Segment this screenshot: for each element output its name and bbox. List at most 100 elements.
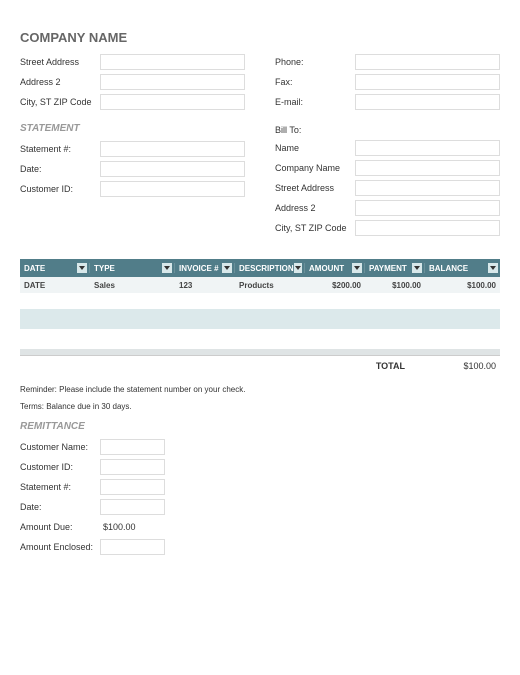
- line-items-table: DATE TYPE INVOICE # DESCRIPTION AMOUNT P…: [20, 259, 500, 375]
- th-invoice-label: INVOICE #: [179, 264, 219, 273]
- field-email: E-mail:: [275, 93, 500, 111]
- input-address2[interactable]: [100, 74, 245, 90]
- remit-customer-name: Customer Name:: [20, 438, 500, 456]
- th-payment-label: PAYMENT: [369, 264, 407, 273]
- label-bt-company: Company Name: [275, 163, 355, 173]
- input-stmt-num[interactable]: [100, 141, 245, 157]
- input-cust-id[interactable]: [100, 181, 245, 197]
- label-fax: Fax:: [275, 77, 355, 87]
- statement-col: STATEMENT Statement #: Date: Customer ID…: [20, 113, 245, 239]
- filter-invoice-button[interactable]: [222, 263, 232, 273]
- field-bt-company: Company Name: [275, 159, 500, 177]
- input-stmt-date[interactable]: [100, 161, 245, 177]
- filter-balance-button[interactable]: [488, 263, 498, 273]
- cell-payment: $100.00: [365, 281, 425, 290]
- filter-payment-button[interactable]: [412, 263, 422, 273]
- billto-title: Bill To:: [275, 125, 500, 135]
- label-bt-city: City, ST ZIP Code: [275, 223, 355, 233]
- remit-input-customer-name[interactable]: [100, 439, 165, 455]
- th-date-label: DATE: [24, 264, 45, 273]
- label-street: Street Address: [20, 57, 100, 67]
- filter-date-button[interactable]: [77, 263, 87, 273]
- input-email[interactable]: [355, 94, 500, 110]
- cell-invoice: 123: [175, 281, 235, 290]
- company-left-col: Street Address Address 2 City, ST ZIP Co…: [20, 53, 245, 113]
- label-cust-id: Customer ID:: [20, 184, 100, 194]
- total-value: $100.00: [435, 361, 500, 371]
- th-payment: PAYMENT: [365, 263, 425, 273]
- th-invoice: INVOICE #: [175, 263, 235, 273]
- label-phone: Phone:: [275, 57, 355, 67]
- company-title: COMPANY NAME: [20, 30, 500, 45]
- label-city: City, ST ZIP Code: [20, 97, 100, 107]
- remit-amount-due: Amount Due: $100.00: [20, 518, 500, 536]
- filter-desc-button[interactable]: [294, 263, 302, 273]
- remit-label-amount-enclosed: Amount Enclosed:: [20, 542, 100, 552]
- table-row-empty: [20, 309, 500, 329]
- field-phone: Phone:: [275, 53, 500, 71]
- table-row-empty: [20, 329, 500, 349]
- remit-input-statement-num[interactable]: [100, 479, 165, 495]
- input-bt-company[interactable]: [355, 160, 500, 176]
- filter-type-button[interactable]: [162, 263, 172, 273]
- label-address2: Address 2: [20, 77, 100, 87]
- statement-billto-row: STATEMENT Statement #: Date: Customer ID…: [20, 113, 500, 239]
- remit-input-amount-enclosed[interactable]: [100, 539, 165, 555]
- remit-amount-enclosed: Amount Enclosed:: [20, 538, 500, 556]
- label-bt-street: Street Address: [275, 183, 355, 193]
- cell-date: DATE: [20, 281, 90, 290]
- th-balance: BALANCE: [425, 263, 500, 273]
- field-bt-addr2: Address 2: [275, 199, 500, 217]
- field-city: City, ST ZIP Code: [20, 93, 245, 111]
- input-bt-addr2[interactable]: [355, 200, 500, 216]
- terms-text: Terms: Balance due in 30 days.: [20, 402, 500, 411]
- label-stmt-num: Statement #:: [20, 144, 100, 154]
- th-desc-label: DESCRIPTION: [239, 264, 294, 273]
- reminder-text: Reminder: Please include the statement n…: [20, 385, 500, 394]
- table-header: DATE TYPE INVOICE # DESCRIPTION AMOUNT P…: [20, 259, 500, 277]
- field-bt-city: City, ST ZIP Code: [275, 219, 500, 237]
- th-amount: AMOUNT: [305, 263, 365, 273]
- remit-label-statement-num: Statement #:: [20, 482, 100, 492]
- input-street[interactable]: [100, 54, 245, 70]
- label-stmt-date: Date:: [20, 164, 100, 174]
- label-bt-addr2: Address 2: [275, 203, 355, 213]
- statement-title: STATEMENT: [20, 123, 245, 134]
- remit-input-customer-id[interactable]: [100, 459, 165, 475]
- cell-desc: Products: [235, 281, 305, 290]
- field-bt-name: Name: [275, 139, 500, 157]
- field-stmt-num: Statement #:: [20, 140, 245, 158]
- field-stmt-date: Date:: [20, 160, 245, 178]
- table-row: DATE Sales 123 Products $200.00 $100.00 …: [20, 277, 500, 293]
- filter-amount-button[interactable]: [352, 263, 362, 273]
- field-bt-street: Street Address: [275, 179, 500, 197]
- remit-label-amount-due: Amount Due:: [20, 522, 100, 532]
- remit-customer-id: Customer ID:: [20, 458, 500, 476]
- remit-input-date[interactable]: [100, 499, 165, 515]
- remit-label-customer-id: Customer ID:: [20, 462, 100, 472]
- input-bt-street[interactable]: [355, 180, 500, 196]
- company-right-col: Phone: Fax: E-mail:: [275, 53, 500, 113]
- remit-label-date: Date:: [20, 502, 100, 512]
- table-row-empty: [20, 293, 500, 309]
- th-amount-label: AMOUNT: [309, 264, 344, 273]
- th-type: TYPE: [90, 263, 175, 273]
- input-bt-city[interactable]: [355, 220, 500, 236]
- total-row: TOTAL $100.00: [20, 355, 500, 375]
- company-info: Street Address Address 2 City, ST ZIP Co…: [20, 53, 500, 113]
- th-type-label: TYPE: [94, 264, 115, 273]
- input-phone[interactable]: [355, 54, 500, 70]
- field-address2: Address 2: [20, 73, 245, 91]
- input-fax[interactable]: [355, 74, 500, 90]
- th-desc: DESCRIPTION: [235, 263, 305, 273]
- cell-amount: $200.00: [305, 281, 365, 290]
- total-label: TOTAL: [20, 361, 435, 371]
- input-bt-name[interactable]: [355, 140, 500, 156]
- label-email: E-mail:: [275, 97, 355, 107]
- remit-value-amount-due: $100.00: [100, 522, 165, 532]
- field-cust-id: Customer ID:: [20, 180, 245, 198]
- field-fax: Fax:: [275, 73, 500, 91]
- input-city[interactable]: [100, 94, 245, 110]
- remit-date: Date:: [20, 498, 500, 516]
- label-bt-name: Name: [275, 143, 355, 153]
